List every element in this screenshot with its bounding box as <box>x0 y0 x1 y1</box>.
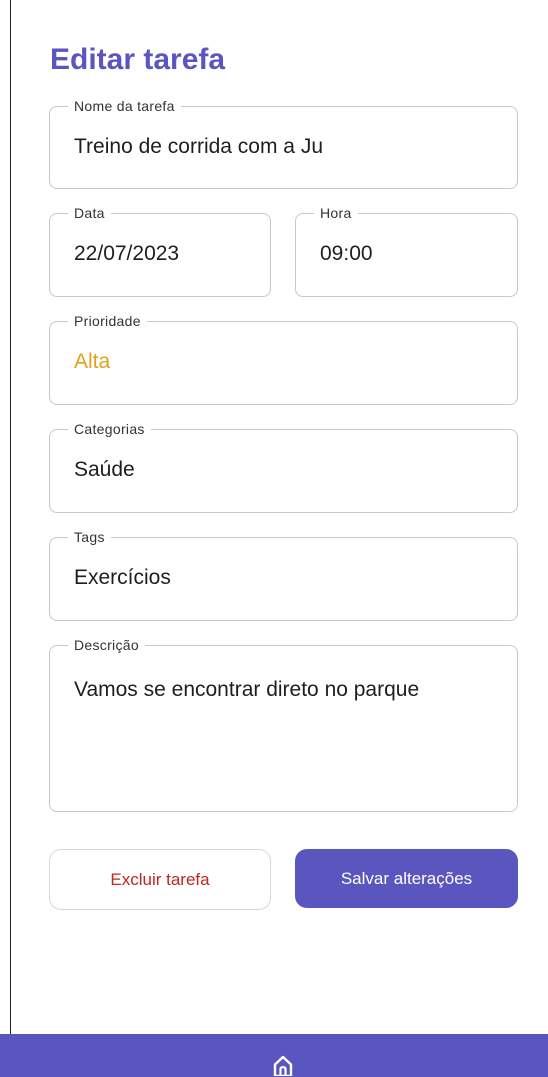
task-name-label: Nome da tarefa <box>68 97 181 115</box>
save-changes-button[interactable]: Salvar alterações <box>295 849 518 908</box>
tags-field[interactable]: Tags Exercícios <box>49 528 518 621</box>
category-value: Saúde <box>74 458 135 481</box>
description-label: Descrição <box>68 636 145 654</box>
description-value: Vamos se encontrar direto no parque <box>74 678 420 701</box>
date-label: Data <box>68 204 111 222</box>
left-divider <box>10 0 11 1077</box>
time-value: 09:00 <box>320 242 373 265</box>
category-label: Categorias <box>68 420 151 438</box>
delete-task-button[interactable]: Excluir tarefa <box>49 849 271 910</box>
page-title: Editar tarefa <box>50 43 226 76</box>
time-field[interactable]: Hora 09:00 <box>295 204 518 297</box>
tags-label: Tags <box>68 528 111 546</box>
priority-field[interactable]: Prioridade Alta <box>49 312 518 405</box>
time-label: Hora <box>314 204 358 222</box>
priority-label: Prioridade <box>68 312 147 330</box>
home-icon[interactable] <box>272 1054 294 1076</box>
edit-task-screen: Editar tarefa Nome da tarefa Treino de c… <box>0 0 548 1077</box>
task-name-value: Treino de corrida com a Ju <box>74 135 323 158</box>
date-value: 22/07/2023 <box>74 242 180 265</box>
category-field[interactable]: Categorias Saúde <box>49 420 518 513</box>
tags-value: Exercícios <box>74 566 171 589</box>
description-field[interactable]: Descrição Vamos se encontrar direto no p… <box>49 636 518 812</box>
bottom-nav <box>0 1034 548 1077</box>
priority-value: Alta <box>74 350 111 373</box>
date-field[interactable]: Data 22/07/2023 <box>49 204 271 297</box>
task-name-field[interactable]: Nome da tarefa Treino de corrida com a J… <box>49 97 518 189</box>
